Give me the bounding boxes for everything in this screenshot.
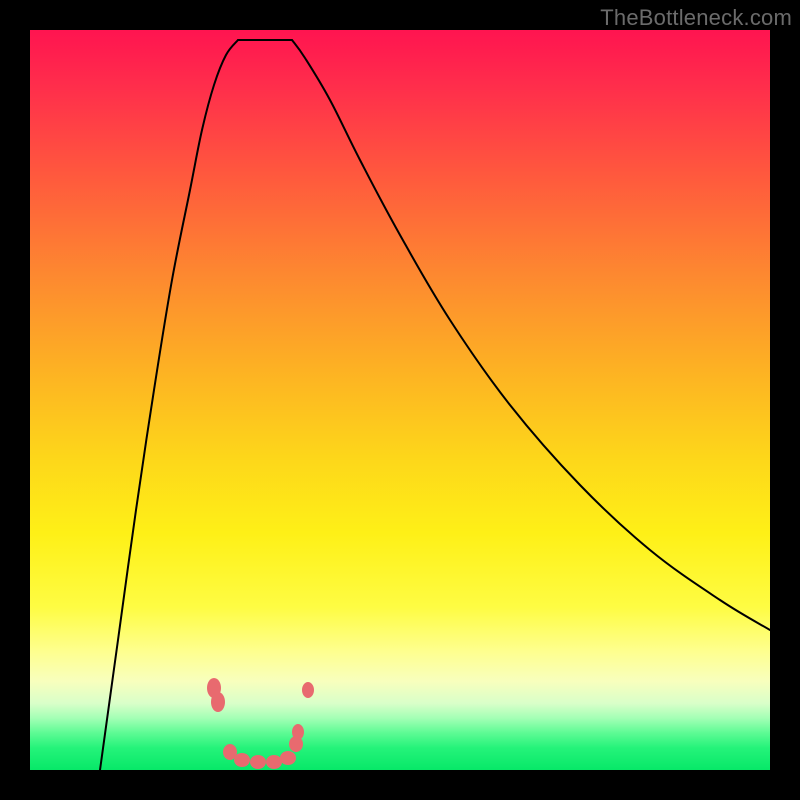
watermark-text: TheBottleneck.com [600, 5, 792, 31]
marker-dot [250, 755, 266, 769]
marker-dot [292, 724, 304, 740]
curve-svg [30, 30, 770, 770]
plot-area [30, 30, 770, 770]
chart-frame: TheBottleneck.com [0, 0, 800, 800]
marker-dot [211, 692, 225, 712]
curve-group [100, 40, 770, 770]
marker-group [207, 678, 314, 769]
marker-dot [266, 755, 282, 769]
marker-dot [234, 753, 250, 767]
marker-dot [280, 751, 296, 765]
marker-dot [302, 682, 314, 698]
series-left-curve [100, 40, 238, 770]
series-right-curve [292, 40, 770, 630]
